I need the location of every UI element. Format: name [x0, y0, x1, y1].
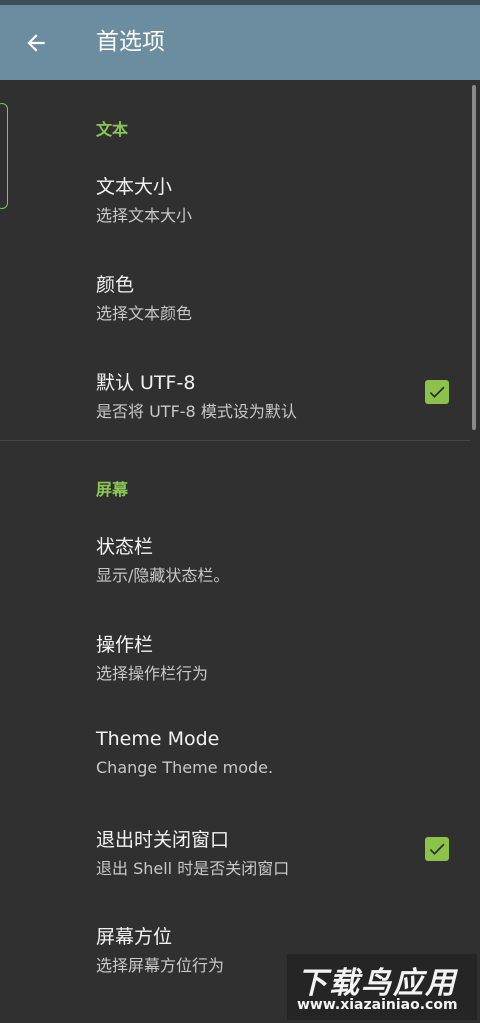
- pref-title: 默认 UTF-8: [96, 372, 196, 394]
- pref-status-bar[interactable]: 状态栏 显示/隐藏状态栏。: [0, 532, 470, 592]
- page-title: 首选项: [96, 29, 165, 55]
- close-on-exit-checkbox[interactable]: [425, 837, 449, 861]
- pref-summary: 退出 Shell 时是否关闭窗口: [96, 859, 290, 878]
- pref-text-size[interactable]: 文本大小 选择文本大小: [0, 172, 470, 232]
- pref-title: 退出时关闭窗口: [96, 829, 230, 851]
- pref-title: 状态栏: [96, 536, 154, 558]
- pref-title: 屏幕方位: [96, 926, 173, 948]
- scrollbar[interactable]: [472, 85, 476, 430]
- pref-summary: Change Theme mode.: [96, 758, 274, 777]
- utf8-checkbox[interactable]: [425, 380, 449, 404]
- section-header-screen: 屏幕: [96, 480, 129, 499]
- pref-action-bar[interactable]: 操作栏 选择操作栏行为: [0, 630, 470, 690]
- pref-close-on-exit[interactable]: 退出时关闭窗口 退出 Shell 时是否关闭窗口: [0, 825, 470, 885]
- check-icon: [429, 386, 445, 398]
- pref-summary: 选择文本颜色: [96, 304, 193, 323]
- pref-title: 操作栏: [96, 634, 154, 656]
- watermark-logo: 下载鸟应用: [297, 966, 457, 1001]
- pref-summary: 选择屏幕方位行为: [96, 956, 225, 975]
- section-divider: [0, 440, 470, 441]
- section-header-text: 文本: [96, 120, 129, 139]
- arrow-left-icon: [27, 34, 45, 52]
- pref-summary: 显示/隐藏状态栏。: [96, 566, 230, 585]
- pref-default-utf8[interactable]: 默认 UTF-8 是否将 UTF-8 模式设为默认: [0, 368, 470, 428]
- watermark: 下载鸟应用 www.xiazainiao.com: [287, 954, 477, 1020]
- pref-theme-mode[interactable]: Theme Mode Change Theme mode.: [0, 728, 470, 788]
- pref-title: 颜色: [96, 274, 135, 296]
- app-bar: 首选项: [0, 5, 480, 80]
- preference-list[interactable]: 文本 文本大小 选择文本大小 颜色 选择文本颜色 默认 UTF-8 是否将 UT…: [0, 80, 480, 1023]
- pref-title: 文本大小: [96, 176, 173, 198]
- back-button[interactable]: [14, 23, 58, 63]
- pref-summary: 选择文本大小: [96, 206, 193, 225]
- watermark-url: www.xiazainiao.com: [297, 997, 458, 1013]
- pref-text-color[interactable]: 颜色 选择文本颜色: [0, 270, 470, 330]
- pref-title: Theme Mode: [96, 728, 220, 750]
- check-icon: [429, 843, 445, 855]
- pref-summary: 选择操作栏行为: [96, 664, 209, 683]
- pref-summary: 是否将 UTF-8 模式设为默认: [96, 402, 297, 421]
